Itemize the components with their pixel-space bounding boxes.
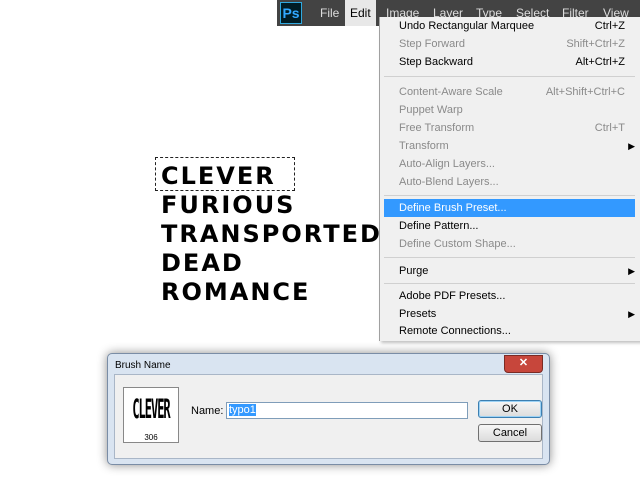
menu-item-adobe-pdf-presets[interactable]: Adobe PDF Presets... — [384, 287, 635, 305]
menu-item-define-brush-preset[interactable]: Define Brush Preset... — [384, 199, 635, 217]
dialog-title: Brush Name — [115, 360, 171, 371]
menu-item-transform[interactable]: Transform ▶ — [384, 137, 635, 155]
menu-item-puppet-warp[interactable]: Puppet Warp — [384, 101, 635, 119]
submenu-arrow-icon: ▶ — [628, 266, 635, 276]
cancel-button[interactable]: Cancel — [478, 424, 542, 442]
brush-size-label: 306 — [144, 433, 158, 442]
canvas-word: ROMANCE — [161, 278, 311, 306]
menu-item-content-aware-scale[interactable]: Content-Aware Scale Alt+Shift+Ctrl+C — [384, 83, 635, 101]
menu-item-presets[interactable]: Presets ▶ — [384, 305, 635, 323]
close-icon[interactable]: ✕ — [504, 355, 543, 373]
menu-item-step-backward[interactable]: Step Backward Alt+Ctrl+Z — [384, 53, 635, 71]
submenu-arrow-icon: ▶ — [628, 141, 635, 151]
brush-name-value: typo1 — [229, 404, 256, 416]
canvas-word: FURIOUS — [161, 191, 296, 219]
brush-preview-word: CLEVER — [132, 394, 170, 425]
menu-item-remote-connections[interactable]: Remote Connections... — [384, 322, 635, 340]
dialog-body: CLEVER 306 Name: typo1 OK Cancel — [114, 374, 543, 459]
name-label: Name: — [191, 405, 224, 417]
menu-item-auto-align-layers[interactable]: Auto-Align Layers... — [384, 155, 635, 173]
canvas-word: TRANSPORTED — [161, 220, 382, 248]
menu-file[interactable]: File — [315, 0, 344, 26]
submenu-arrow-icon: ▶ — [628, 309, 635, 319]
canvas-word: DEAD — [161, 249, 244, 277]
canvas-word: CLEVER — [161, 162, 276, 190]
photoshop-logo-icon: Ps — [280, 2, 302, 24]
edit-menu-dropdown: Undo Rectangular Marquee Ctrl+Z Step For… — [379, 17, 640, 341]
menu-edit[interactable]: Edit — [345, 0, 376, 26]
menu-item-purge[interactable]: Purge ▶ — [384, 262, 635, 280]
menu-separator — [384, 283, 635, 284]
brush-name-input[interactable]: typo1 — [226, 402, 468, 419]
menu-item-auto-blend-layers[interactable]: Auto-Blend Layers... — [384, 173, 635, 191]
ok-button[interactable]: OK — [478, 400, 542, 418]
menu-item-define-custom-shape[interactable]: Define Custom Shape... — [384, 235, 635, 253]
menu-separator — [384, 257, 635, 258]
menu-separator — [384, 76, 635, 77]
menu-item-undo[interactable]: Undo Rectangular Marquee Ctrl+Z — [384, 17, 635, 35]
brush-preview: CLEVER 306 — [123, 387, 179, 443]
canvas-text: CLEVER FURIOUS TRANSPORTED DEAD ROMANCE — [161, 162, 382, 307]
menu-item-define-pattern[interactable]: Define Pattern... — [384, 217, 635, 235]
menu-item-free-transform[interactable]: Free Transform Ctrl+T — [384, 119, 635, 137]
menu-item-step-forward[interactable]: Step Forward Shift+Ctrl+Z — [384, 35, 635, 53]
brush-name-dialog: Brush Name ✕ CLEVER 306 Name: typo1 OK C… — [107, 353, 550, 465]
menu-separator — [384, 195, 635, 196]
